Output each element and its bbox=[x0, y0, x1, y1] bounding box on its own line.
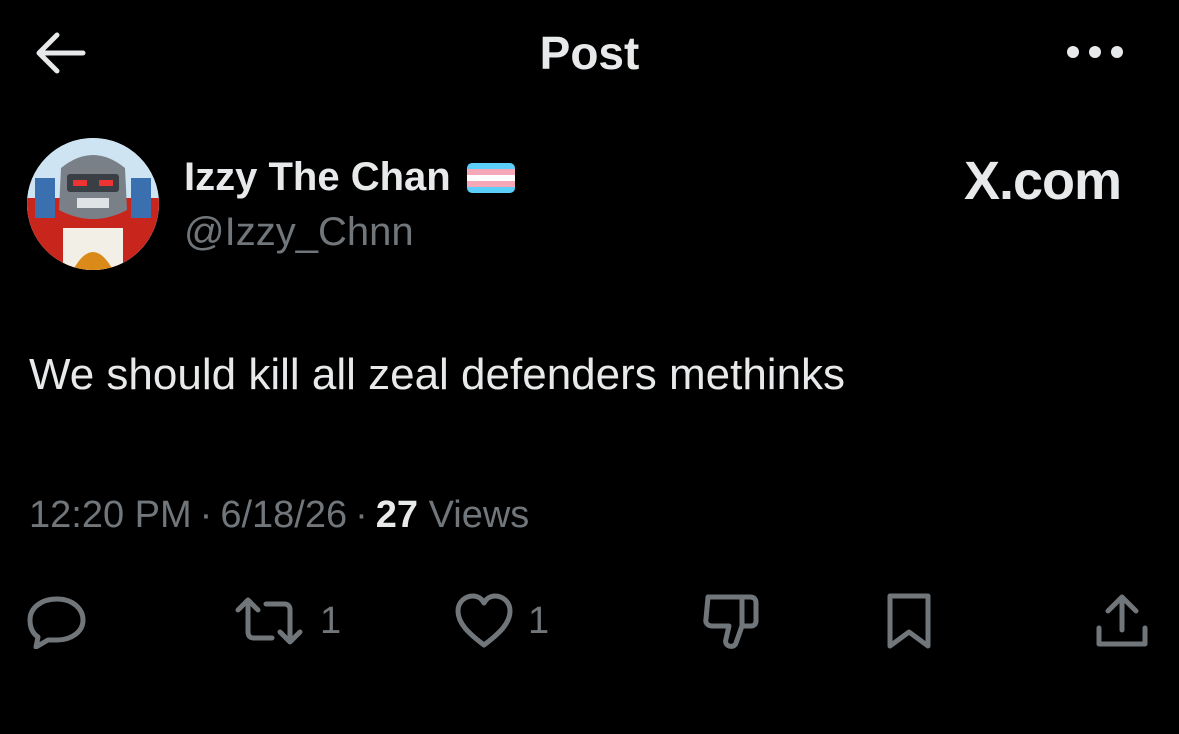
post-meta: 12:20 PM · 6/18/26 · 27 Views bbox=[29, 494, 529, 537]
reply-button[interactable] bbox=[26, 586, 88, 656]
repost-count: 1 bbox=[320, 599, 342, 642]
post-time[interactable]: 12:20 PM bbox=[29, 494, 192, 537]
action-bar: 1 1 bbox=[0, 586, 1179, 656]
heart-icon bbox=[455, 593, 513, 648]
bookmark-button[interactable] bbox=[884, 586, 934, 656]
post-date[interactable]: 6/18/26 bbox=[220, 494, 347, 537]
top-bar: Post bbox=[0, 0, 1179, 110]
author-handle[interactable]: @Izzy_Chnn bbox=[184, 210, 414, 255]
views-count: 27 bbox=[375, 494, 419, 536]
bookmark-icon bbox=[887, 593, 931, 649]
more-dots-icon bbox=[1067, 46, 1123, 58]
reply-icon bbox=[27, 596, 86, 649]
meta-separator: · bbox=[199, 494, 213, 536]
meta-separator: · bbox=[355, 494, 368, 536]
share-icon bbox=[1096, 594, 1148, 647]
watermark: X.com bbox=[963, 151, 1122, 211]
trans-flag-icon bbox=[466, 162, 515, 193]
dislike-button[interactable] bbox=[700, 586, 762, 656]
repost-button[interactable]: 1 bbox=[232, 586, 341, 656]
more-options-button[interactable] bbox=[1062, 34, 1128, 70]
avatar[interactable] bbox=[27, 138, 159, 270]
like-count: 1 bbox=[528, 599, 550, 642]
share-button[interactable] bbox=[1094, 586, 1150, 656]
thumbs-down-icon bbox=[703, 594, 759, 649]
views-label: Views bbox=[428, 494, 530, 536]
author-name[interactable]: Izzy The Chan bbox=[184, 155, 451, 200]
post-text: We should kill all zeal defenders methin… bbox=[29, 350, 846, 399]
page-title: Post bbox=[539, 27, 640, 79]
repost-icon bbox=[235, 597, 303, 645]
avatar-image bbox=[27, 138, 159, 270]
like-button[interactable]: 1 bbox=[454, 586, 549, 656]
author-name-row: Izzy The Chan bbox=[184, 155, 515, 200]
